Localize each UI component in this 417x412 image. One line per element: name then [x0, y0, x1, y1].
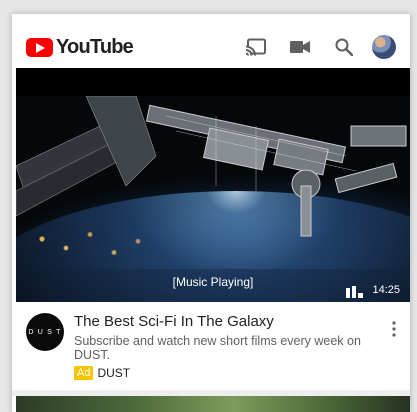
next-video-thumbnail[interactable]	[16, 396, 410, 412]
top-bar: YouTube	[12, 14, 410, 68]
ad-info[interactable]: D U S T The Best Sci-Fi In The Galaxy Su…	[12, 302, 410, 390]
channel-avatar-text: D U S T	[28, 328, 62, 336]
account-avatar[interactable]	[372, 35, 396, 59]
more-vert-icon[interactable]	[390, 320, 398, 338]
camera-icon[interactable]	[288, 35, 312, 59]
video-player[interactable]: [Music Playing] 14:25	[16, 68, 410, 302]
ad-channel-name: DUST	[97, 366, 131, 380]
youtube-logo[interactable]: YouTube	[26, 36, 134, 59]
logo-text: YouTube	[56, 36, 134, 58]
video-frame-image	[16, 96, 410, 302]
space-station-illustration	[16, 96, 407, 237]
audio-bars-icon	[346, 286, 363, 298]
video-title[interactable]: The Best Sci-Fi In The Galaxy	[74, 313, 274, 330]
channel-avatar[interactable]: D U S T	[26, 313, 64, 351]
ad-description: Subscribe and watch new short films ever…	[74, 334, 361, 362]
ad-badge: Ad	[74, 366, 94, 380]
cast-icon[interactable]	[244, 35, 268, 59]
youtube-play-icon	[26, 38, 53, 57]
mobile-screen: YouTube [Music Playing] 14:25 D U S T Th…	[12, 14, 410, 412]
header-actions	[224, 35, 396, 59]
ad-meta-row: Ad DUST	[74, 366, 130, 380]
video-duration: 14:25	[372, 284, 400, 296]
search-icon[interactable]	[332, 35, 356, 59]
